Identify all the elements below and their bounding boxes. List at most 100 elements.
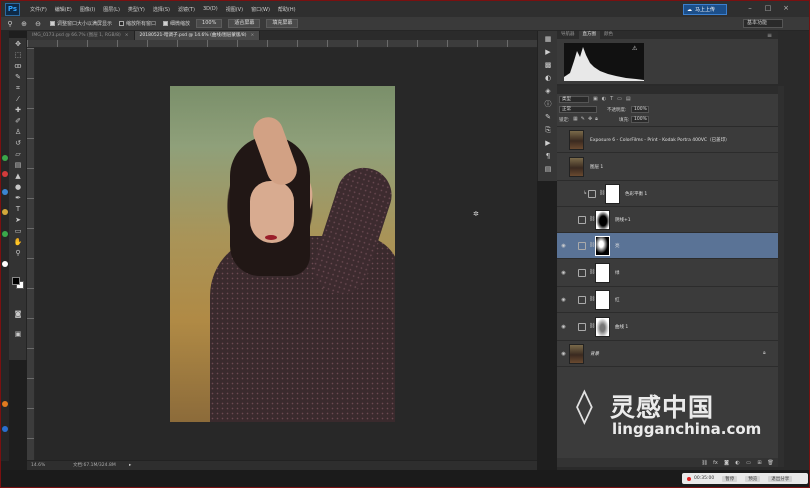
lock-paint-icon[interactable]: ✎ [581, 116, 585, 122]
visibility-eye-icon[interactable]: ◉ [560, 351, 567, 357]
layer-row[interactable]: ⛓ 阴线+1 [557, 207, 778, 233]
pen-tool-icon[interactable]: ✒ [11, 193, 25, 203]
close-icon[interactable]: × [781, 4, 791, 13]
layer-mask-thumbnail[interactable] [595, 263, 610, 283]
menu-edit[interactable]: 编辑(E) [51, 6, 76, 13]
filter-type-icon[interactable]: T [610, 96, 613, 102]
cloud-upload-button[interactable]: ☁ 马上上传 [683, 4, 727, 15]
stamp-tool-icon[interactable]: ♙ [11, 127, 25, 137]
layer-row[interactable]: Exposure 6 - ColorFilms - Print - Kodak … [557, 128, 778, 153]
swatches-panel-icon[interactable]: ▩ [542, 61, 554, 70]
path-select-tool-icon[interactable]: ➤ [11, 215, 25, 225]
layer-name[interactable]: 图层 1 [590, 164, 603, 170]
filter-adjust-icon[interactable]: ◐ [602, 96, 606, 102]
scrubby-zoom-checkbox[interactable]: 细微缩放 [163, 20, 190, 27]
zoom-in-icon[interactable]: ⊕ [19, 19, 29, 29]
menu-image[interactable]: 图像(I) [76, 6, 99, 13]
filter-shape-icon[interactable]: ▭ [617, 96, 622, 102]
zoom-tool-icon[interactable]: ⚲ [11, 248, 25, 258]
history-panel-icon[interactable]: ▦ [542, 35, 554, 44]
tab-histogram[interactable]: 直方图 [578, 31, 600, 39]
brush-tool-icon[interactable]: ✐ [11, 116, 25, 126]
layer-style-icon[interactable]: fx [712, 460, 719, 466]
visibility-eye-icon[interactable]: ◉ [560, 324, 567, 330]
filter-pixel-icon[interactable]: ▣ [593, 96, 598, 102]
color-swatches[interactable] [11, 276, 25, 290]
layer-mask-thumbnail[interactable] [595, 210, 610, 230]
zoom-100-button[interactable]: 100% [196, 19, 223, 28]
layer-name[interactable]: 背景 [590, 351, 599, 357]
minimize-icon[interactable]: – [745, 4, 755, 13]
fill-screen-button[interactable]: 填充屏幕 [266, 19, 299, 28]
panel-menu-icon[interactable]: ≡ [767, 32, 772, 39]
doc-tab[interactable]: IMG_0173.psd @ 66.7% (图层 1, RGB/8) × [27, 31, 135, 40]
brush-panel-icon[interactable]: ✎ [542, 113, 554, 122]
workspace-select[interactable]: 基本功能 [743, 19, 783, 28]
new-group-icon[interactable]: ▭ [745, 460, 752, 466]
visibility-eye-icon[interactable]: ◉ [560, 243, 567, 249]
healing-tool-icon[interactable]: ✚ [11, 105, 25, 115]
delete-layer-icon[interactable]: 🗑︎ [767, 460, 774, 466]
layer-name[interactable]: Exposure 6 - ColorFilms - Print - Kodak … [590, 137, 730, 143]
preview-button[interactable]: 预览 [745, 475, 761, 482]
layer-mask-thumbnail[interactable] [595, 317, 610, 337]
pause-button[interactable]: 暂停 [722, 475, 738, 482]
tab-navigator[interactable]: 导航器 [557, 31, 579, 39]
layer-name[interactable]: 红 [615, 297, 620, 303]
menu-file[interactable]: 文件(F) [26, 6, 51, 13]
layer-name[interactable]: 色彩平衡 1 [625, 191, 647, 197]
panel-scrollbar[interactable] [778, 86, 784, 467]
close-icon[interactable]: × [251, 33, 255, 38]
adjustment-layer-icon[interactable]: ◐ [734, 460, 741, 466]
lock-position-icon[interactable]: ✥ [588, 116, 592, 122]
doc-tab-active[interactable]: 20180521-暗调子.psd @ 14.6% (曲线/图层蒙版/8) × [134, 31, 261, 40]
lasso-tool-icon[interactable]: ꝏ [11, 61, 25, 71]
actions-panel-icon[interactable]: ▶ [542, 48, 554, 57]
layer-row-selected[interactable]: ◉ ⛓ 亮 [557, 233, 778, 259]
opacity-input[interactable]: 100% [631, 106, 649, 113]
layer-kind-filter[interactable]: 类型 [559, 96, 589, 103]
marquee-tool-icon[interactable]: ⬚ [11, 50, 25, 60]
layer-row[interactable]: ◉ ⛓ 绿 [557, 259, 778, 287]
quick-mask-icon[interactable]: ◙ [11, 309, 25, 319]
zoom-tool-icon[interactable]: ⚲ [5, 19, 15, 29]
hand-tool-icon[interactable]: ✋ [11, 237, 25, 247]
exit-share-button[interactable]: 退出分享 [768, 475, 793, 482]
layer-mask-thumbnail[interactable] [605, 184, 620, 204]
document-photo[interactable] [170, 86, 395, 422]
adjustments-panel-icon[interactable]: ◐ [542, 74, 554, 83]
warning-icon[interactable]: ⚠ [632, 45, 637, 52]
layer-name[interactable]: 曲线 1 [615, 324, 628, 330]
layer-row[interactable]: ◉ 背景 🔒︎ [557, 341, 778, 367]
layer-row[interactable]: ◉ ⛓ 曲线 1 [557, 313, 778, 341]
timeline-panel-icon[interactable]: ▶ [542, 139, 554, 148]
menu-layer[interactable]: 图层(L) [99, 6, 124, 13]
tab-color[interactable]: 颜色 [600, 31, 617, 39]
fill-input[interactable]: 100% [631, 116, 649, 123]
eyedropper-tool-icon[interactable]: ⁄ [11, 94, 25, 104]
lock-all-icon[interactable]: 🔒︎ [595, 116, 598, 122]
menu-select[interactable]: 选择(S) [149, 6, 174, 13]
link-layers-icon[interactable]: ⛓ [701, 460, 708, 466]
clone-panel-icon[interactable]: ⎘ [542, 126, 554, 135]
history-brush-tool-icon[interactable]: ↺ [11, 138, 25, 148]
lock-pixels-icon[interactable]: ▦ [573, 116, 578, 122]
blend-mode-select[interactable]: 正常 [559, 106, 597, 113]
resize-windows-checkbox[interactable]: 调整窗口大小以满屏显示 [50, 20, 112, 27]
foreground-color-swatch[interactable] [12, 277, 20, 285]
quick-select-tool-icon[interactable]: ✎ [11, 72, 25, 82]
paragraph-panel-icon[interactable]: ¶ [542, 152, 554, 161]
visibility-eye-icon[interactable]: ◉ [560, 270, 567, 276]
layer-row[interactable]: ↳ ⛓ 色彩平衡 1 [557, 181, 778, 207]
gradient-tool-icon[interactable]: ▤ [11, 160, 25, 170]
filter-smart-icon[interactable]: ▤ [626, 96, 631, 102]
layer-mask-thumbnail[interactable] [595, 236, 610, 256]
new-layer-icon[interactable]: ⊞ [756, 460, 763, 466]
visibility-eye-icon[interactable]: ◉ [560, 297, 567, 303]
add-mask-icon[interactable]: ◙ [723, 460, 730, 466]
zoom-out-icon[interactable]: ⊖ [33, 19, 43, 29]
layer-name[interactable]: 亮 [615, 243, 620, 249]
menu-3d[interactable]: 3D(D) [199, 6, 222, 13]
menu-type[interactable]: 类型(Y) [124, 6, 149, 13]
screen-mode-icon[interactable]: ▣ [11, 329, 25, 339]
